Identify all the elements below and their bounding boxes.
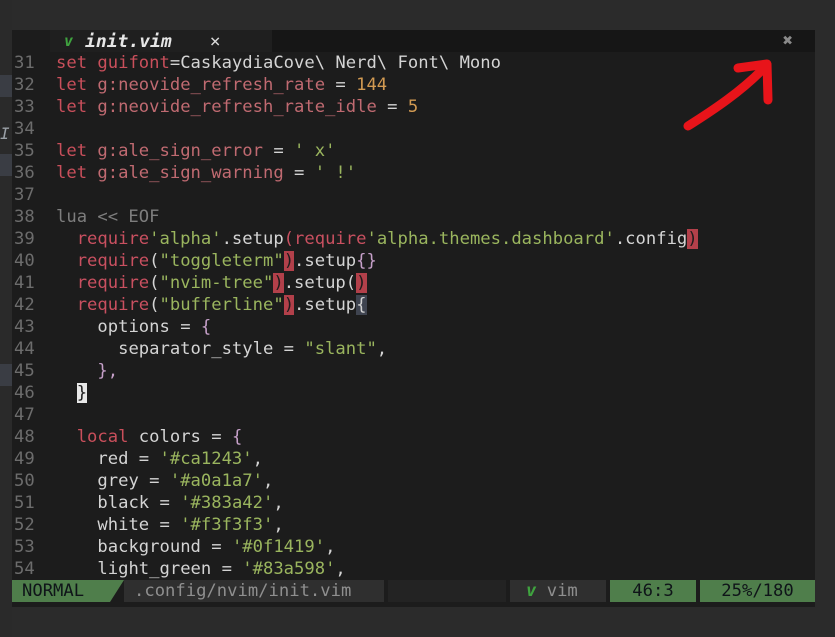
filetype-indicator: v vim — [510, 580, 606, 602]
code-line: 44 separator_style = "slant", — [14, 339, 388, 359]
line-number: 42 — [14, 295, 35, 315]
vim-icon: v — [526, 581, 537, 601]
code-line: 32 let g:neovide_refresh_rate = 144 — [14, 75, 388, 95]
line-number: 48 — [14, 427, 35, 447]
background-row — [0, 75, 12, 97]
line-number: 40 — [14, 251, 35, 271]
scroll-percent: 25%/180 — [700, 580, 815, 602]
code-line: 43 options = { — [14, 317, 212, 337]
line-number: 52 — [14, 515, 35, 535]
code-line: 38 lua << EOF — [14, 207, 160, 227]
close-all-icon[interactable]: ✖ — [783, 30, 793, 52]
code-line: 40 require("toggleterm").setup{} — [14, 251, 377, 271]
code-line: 48 local colors = { — [14, 427, 243, 447]
background-row — [0, 364, 12, 386]
line-number: 37 — [14, 185, 35, 205]
vim-icon: v — [64, 32, 74, 50]
code-line: 41 require("nvim-tree").setup() — [14, 273, 367, 293]
code-line: 36 let g:ale_sign_warning = ' !' — [14, 163, 357, 183]
line-number: 36 — [14, 163, 35, 183]
line-number: 31 — [14, 53, 35, 73]
file-path: .config/nvim/init.vim — [124, 580, 384, 602]
filetype-label: vim — [546, 581, 578, 601]
line-number: 38 — [14, 207, 35, 227]
code-line: 42 require("bufferline").setup{ — [14, 295, 367, 315]
line-number: 54 — [14, 559, 35, 579]
code-line: 50 grey = '#a0a1a7', — [14, 471, 274, 491]
tabline-fill — [272, 30, 815, 52]
background-row — [0, 154, 12, 176]
line-number: 34 — [14, 119, 35, 139]
line-number: 51 — [14, 493, 35, 513]
line-number: 50 — [14, 471, 35, 491]
code-line: 53 background = '#0f1419', — [14, 537, 336, 557]
line-number: 46 — [14, 383, 35, 403]
cursor-position: 46:3 — [610, 580, 696, 602]
line-number: 44 — [14, 339, 35, 359]
line-number: 35 — [14, 141, 35, 161]
line-number: 53 — [14, 537, 35, 557]
tab-init-vim[interactable]: v init.vim × — [50, 30, 272, 52]
text-cursor: } — [76, 383, 88, 403]
statusline-fill — [388, 580, 506, 602]
code-line: 51 black = '#383a42', — [14, 493, 284, 513]
code-line: 47 — [12, 404, 56, 426]
line-number: 47 — [14, 405, 35, 425]
tabline: v init.vim × ✖ — [12, 30, 815, 52]
tab-label: init.vim — [85, 30, 172, 52]
code-line: 34 — [12, 118, 56, 140]
code-line: 45 }, — [14, 361, 119, 381]
code-line: 54 light_green = '#83a598', — [14, 559, 346, 579]
background-glyph: I — [0, 124, 10, 143]
line-number: 43 — [14, 317, 35, 337]
tab-close-icon[interactable]: × — [210, 31, 221, 52]
line-number: 33 — [14, 97, 35, 117]
line-number: 41 — [14, 273, 35, 293]
code-line: 49 red = '#ca1243', — [14, 449, 263, 469]
annotation-arrow-icon — [683, 59, 773, 131]
code-line: 33 let g:neovide_refresh_rate_idle = 5 — [14, 97, 419, 117]
code-line: 52 white = '#f3f3f3', — [14, 515, 284, 535]
code-line: 31 set guifont=CaskaydiaCove\ Nerd\ Font\… — [14, 53, 501, 73]
code-line: 37 — [12, 184, 56, 206]
mode-indicator: NORMAL — [12, 580, 110, 602]
line-number: 45 — [14, 361, 35, 381]
background-app-strip: I — [0, 0, 12, 637]
code-line: 35 let g:ale_sign_error = ' x' — [14, 141, 336, 161]
separator-arrow — [110, 580, 124, 602]
line-number: 49 — [14, 449, 35, 469]
code-line: 39 require'alpha'.setup(require'alpha.th… — [14, 229, 698, 249]
line-number: 39 — [14, 229, 35, 249]
line-number: 32 — [14, 75, 35, 95]
statusline: NORMAL .config/nvim/init.vim v vim 46:3 … — [12, 580, 815, 602]
code-line: 46 } — [12, 382, 88, 404]
